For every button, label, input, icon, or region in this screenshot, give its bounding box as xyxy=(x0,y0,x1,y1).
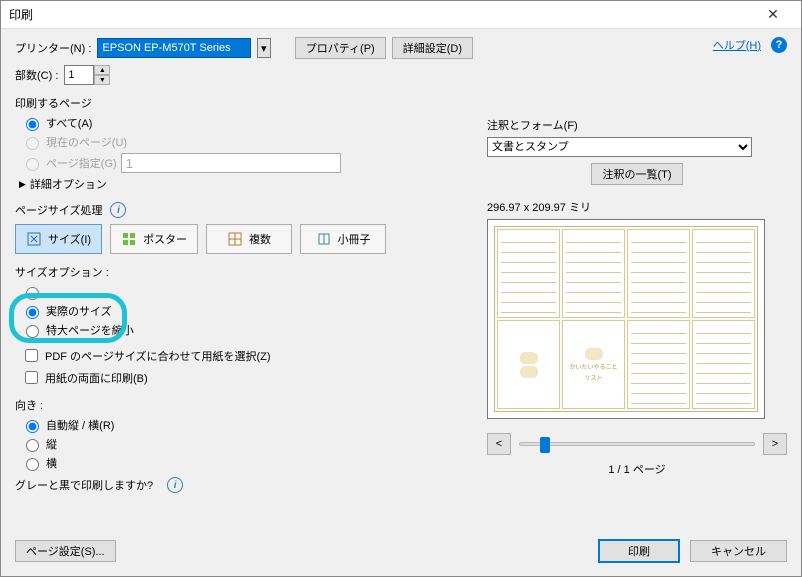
radio-auto-label: 自動縦 / 横(R) xyxy=(46,417,114,433)
radio-actual-size[interactable] xyxy=(26,306,39,319)
radio-shrink[interactable] xyxy=(26,325,39,338)
check-duplex[interactable] xyxy=(25,371,38,384)
advanced-settings-button[interactable]: 詳細設定(D) xyxy=(392,37,473,59)
multiple-icon xyxy=(227,231,243,247)
tab-multiple-label: 複数 xyxy=(249,231,271,247)
close-button[interactable]: ✕ xyxy=(753,2,793,28)
radio-landscape-label: 横 xyxy=(46,455,57,471)
radio-actual-label: 実際のサイズ xyxy=(46,303,112,319)
radio-landscape[interactable] xyxy=(26,458,39,471)
grayscale-label: グレーと黒で印刷しますか? xyxy=(15,477,153,493)
prev-page-button[interactable]: < xyxy=(487,433,511,455)
preview-panel: かいたいやることリスト xyxy=(562,320,625,409)
dialog-footer: ページ設定(S)... 印刷 キャンセル xyxy=(1,536,801,576)
tab-poster-label: ポスター xyxy=(143,231,187,247)
page-indicator: 1 / 1 ページ xyxy=(487,461,787,477)
preview-panel xyxy=(627,229,690,318)
booklet-icon xyxy=(316,231,332,247)
tab-multiple[interactable]: 複数 xyxy=(206,224,292,254)
radio-shrink-label: 特大ページを縮小 xyxy=(46,322,134,338)
cancel-button[interactable]: キャンセル xyxy=(690,540,787,562)
tab-booklet[interactable]: 小冊子 xyxy=(300,224,386,254)
check-choose-paper-label: PDF のページサイズに合わせて用紙を選択(Z) xyxy=(45,348,271,364)
help-icon[interactable]: ? xyxy=(771,37,787,53)
check-duplex-label: 用紙の両面に印刷(B) xyxy=(45,370,148,386)
size-options-heading: サイズオプション : xyxy=(15,264,473,280)
page-specify-input[interactable] xyxy=(121,153,341,173)
preview-panel xyxy=(562,229,625,318)
help-link[interactable]: ヘルプ(H) xyxy=(713,37,761,53)
copies-stepper[interactable]: ▲ ▼ xyxy=(64,65,110,85)
page-range-heading: 印刷するページ xyxy=(15,95,473,111)
tab-size[interactable]: サイズ(I) xyxy=(15,224,102,254)
titlebar: 印刷 ✕ xyxy=(1,1,801,29)
radio-all-pages[interactable] xyxy=(26,118,39,131)
check-choose-paper[interactable] xyxy=(25,349,38,362)
radio-portrait[interactable] xyxy=(26,439,39,452)
preview-panel xyxy=(692,320,755,409)
radio-specify-label: ページ指定(G) xyxy=(46,155,117,171)
preview-panel xyxy=(497,320,560,409)
preview-panel xyxy=(497,229,560,318)
size-handling-heading: ページサイズ処理 xyxy=(15,202,102,218)
radio-specify-pages xyxy=(26,158,39,171)
print-preview: かいたいやることリスト xyxy=(487,219,765,419)
print-button[interactable]: 印刷 xyxy=(598,539,680,563)
orientation-heading: 向き : xyxy=(15,397,473,413)
printer-select[interactable]: EPSON EP-M570T Series xyxy=(97,38,250,58)
expand-icon[interactable]: ▶ xyxy=(19,179,26,190)
annotation-forms-select[interactable]: 文書とスタンプ xyxy=(487,137,752,157)
chevron-down-icon[interactable]: ▾ xyxy=(257,38,271,58)
radio-current-label: 現在のページ(U) xyxy=(46,134,127,150)
tab-booklet-label: 小冊子 xyxy=(338,231,371,247)
slider-thumb[interactable] xyxy=(540,437,550,453)
copies-label: 部数(C) : xyxy=(15,67,58,83)
poster-icon xyxy=(121,231,137,247)
printer-value: EPSON EP-M570T Series xyxy=(102,42,245,54)
more-options-label[interactable]: 詳細オプション xyxy=(30,176,107,192)
annotation-heading: 注釈とフォーム(F) xyxy=(487,117,787,133)
tab-size-label: サイズ(I) xyxy=(48,231,91,247)
radio-all-label: すべて(A) xyxy=(46,115,92,131)
spin-down-icon[interactable]: ▼ xyxy=(94,75,110,85)
info-icon[interactable]: i xyxy=(167,477,183,493)
printer-label: プリンター(N) : xyxy=(15,40,91,56)
print-dialog: 印刷 ✕ プリンター(N) : EPSON EP-M570T Series ▾ … xyxy=(0,0,802,577)
info-icon[interactable]: i xyxy=(110,202,126,218)
properties-button[interactable]: プロパティ(P) xyxy=(295,37,386,59)
page-setup-button[interactable]: ページ設定(S)... xyxy=(15,540,116,562)
copies-input[interactable] xyxy=(64,65,94,85)
preview-panel xyxy=(627,320,690,409)
preview-dimensions: 296.97 x 209.97 ミリ xyxy=(487,199,787,215)
spin-up-icon[interactable]: ▲ xyxy=(94,65,110,75)
radio-fit[interactable] xyxy=(26,287,39,300)
radio-current-page xyxy=(26,137,39,150)
size-icon xyxy=(26,231,42,247)
window-title: 印刷 xyxy=(9,6,753,23)
right-pane: ヘルプ(H) ? 注釈とフォーム(F) 文書とスタンプ 注釈の一覧(T) 296… xyxy=(487,37,787,499)
tab-poster[interactable]: ポスター xyxy=(110,224,198,254)
annotation-list-button[interactable]: 注釈の一覧(T) xyxy=(591,163,682,185)
next-page-button[interactable]: > xyxy=(763,433,787,455)
zoom-slider[interactable] xyxy=(519,442,755,446)
radio-auto-orient[interactable] xyxy=(26,420,39,433)
left-pane: プリンター(N) : EPSON EP-M570T Series ▾ プロパティ… xyxy=(15,37,473,499)
preview-panel xyxy=(692,229,755,318)
radio-portrait-label: 縦 xyxy=(46,436,57,452)
